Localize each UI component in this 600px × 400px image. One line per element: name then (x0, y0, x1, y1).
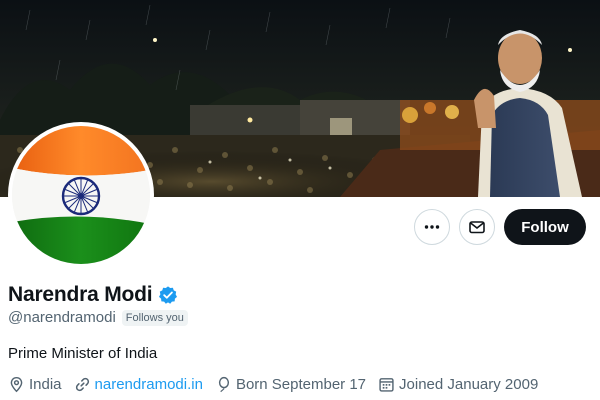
name-row: Narendra Modi (8, 283, 178, 307)
profile-bio: Prime Minister of India (8, 345, 158, 362)
profile-meta: India narendramodi.in Born September 17 (8, 376, 550, 393)
follow-button-label: Follow (521, 218, 569, 236)
more-options-icon (424, 225, 440, 229)
verified-badge-icon[interactable] (158, 285, 178, 305)
meta-joined: Joined January 2009 (378, 376, 538, 393)
balloon-icon (218, 376, 229, 393)
meta-birthday: Born September 17 (215, 376, 366, 393)
follows-you-badge: Follows you (121, 309, 188, 326)
location-pin-icon (10, 376, 23, 393)
ashoka-chakra-icon (61, 176, 101, 216)
handle: @narendramodi (8, 309, 116, 326)
birthday-text: Born September 17 (235, 376, 367, 393)
calendar-icon (379, 378, 394, 392)
website-link[interactable]: narendramodi.in (95, 376, 203, 393)
meta-website[interactable]: narendramodi.in (74, 376, 203, 393)
avatar[interactable] (8, 122, 154, 268)
more-options-button[interactable] (414, 209, 450, 245)
display-name: Narendra Modi (8, 283, 153, 306)
message-button[interactable] (459, 209, 495, 245)
link-icon (75, 377, 89, 392)
profile-page: Follow Narendra Modi @narendramodi Follo… (0, 0, 600, 400)
handle-row: @narendramodi Follows you (8, 309, 188, 326)
joined-text: Joined January 2009 (399, 376, 539, 393)
meta-location: India (8, 376, 62, 393)
location-text: India (29, 376, 62, 393)
envelope-icon (469, 221, 485, 234)
follow-button[interactable]: Follow (504, 209, 586, 245)
india-flag-avatar (12, 126, 150, 264)
